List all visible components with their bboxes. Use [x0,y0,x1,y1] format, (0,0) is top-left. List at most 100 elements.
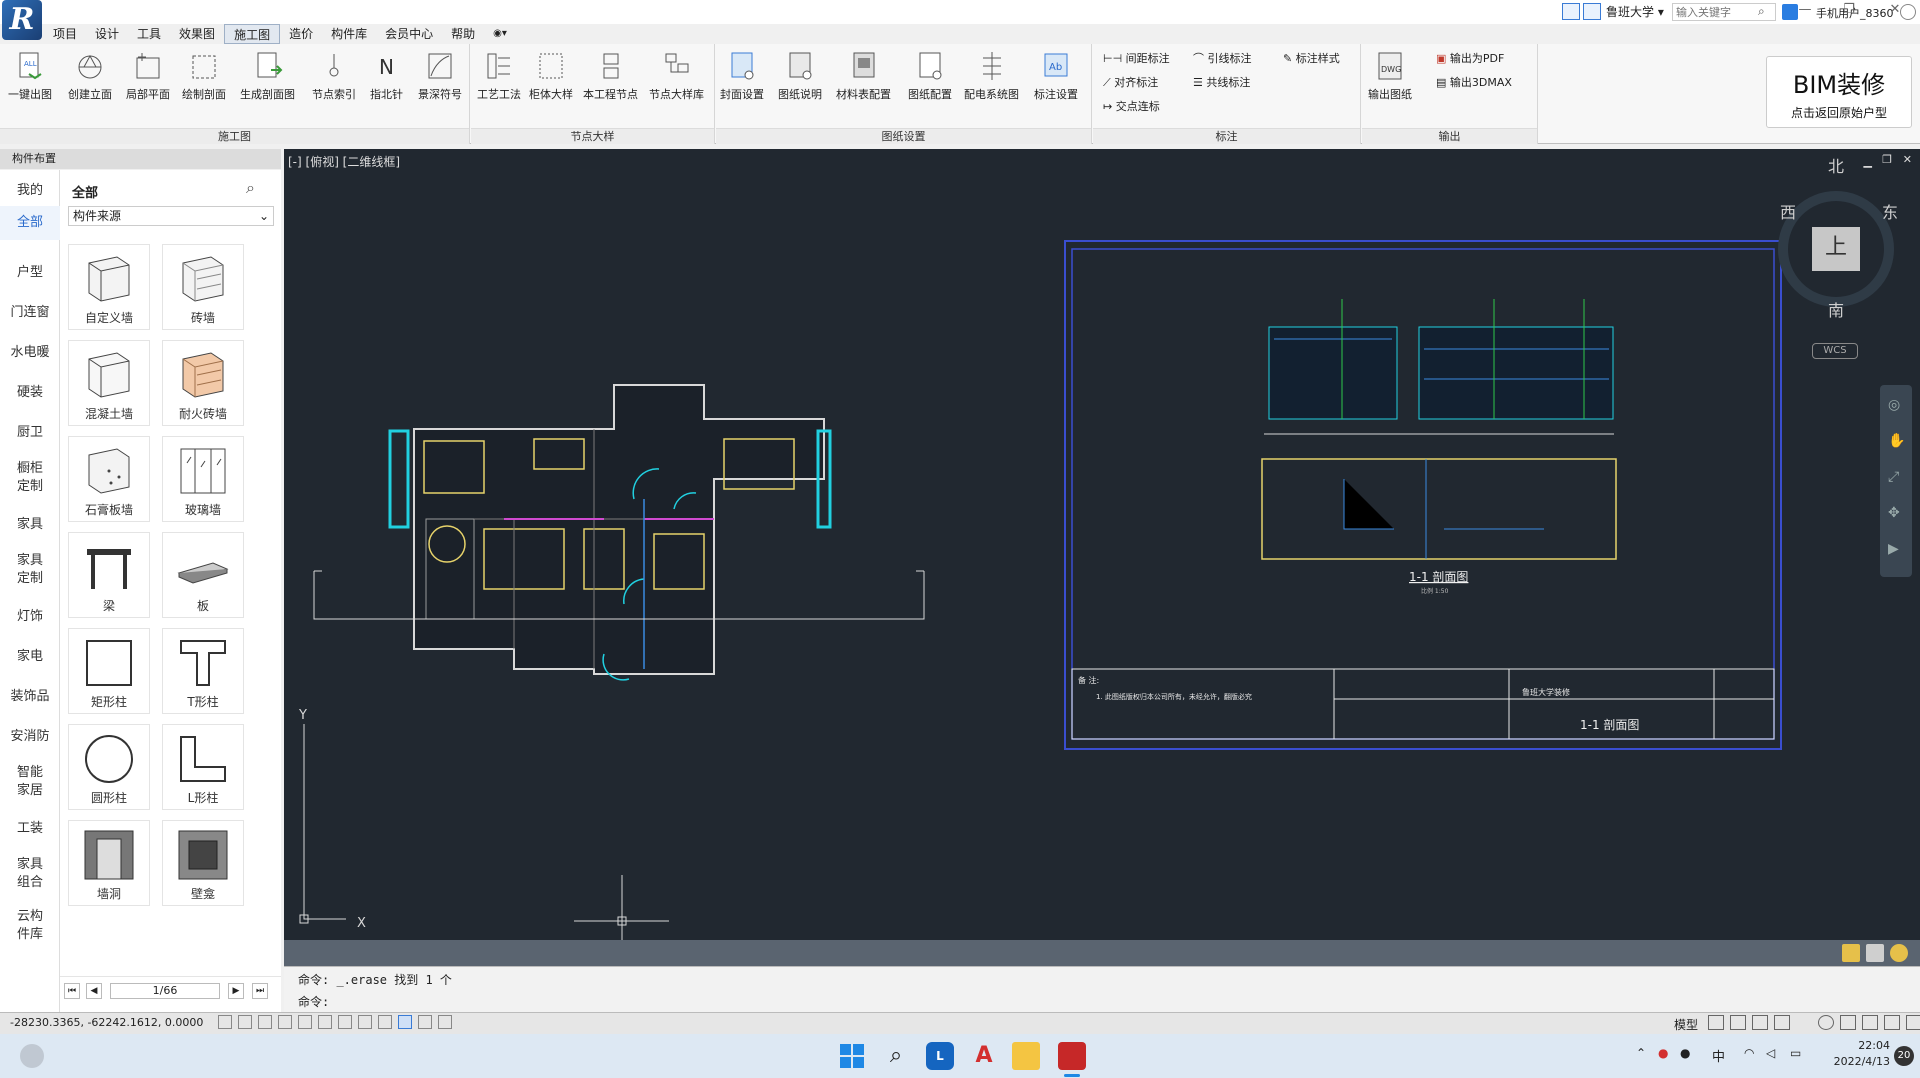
clock-time[interactable]: 22:04 [1830,1039,1890,1052]
category-mep[interactable]: 水电暖 [0,344,60,362]
layout4-icon[interactable] [1774,1015,1790,1030]
taskbar-search-icon[interactable]: ⌕ [882,1042,910,1070]
menu-construction[interactable]: 施工图 [224,24,281,44]
model-tab[interactable]: 模型 [1674,1016,1698,1033]
luban-app-icon[interactable] [1058,1042,1086,1070]
menu-tools[interactable]: 工具 [128,24,170,44]
layout3-icon[interactable] [1752,1015,1768,1030]
ducs-icon[interactable] [338,1015,352,1029]
autocad-icon[interactable]: A [970,1042,998,1070]
minimize-icon[interactable]: — [1790,0,1820,20]
component-wall-opening[interactable]: 墙洞 [68,820,150,906]
menu-member[interactable]: 会员中心 [376,24,442,44]
cad-viewport[interactable]: [-] [俯视] [二维线框] ▁ ❐ ✕ Y X 1-1 剖面图 比例 1:5… [284,149,1920,940]
sheet-notes-button[interactable]: 图纸说明 [778,50,822,120]
export-pdf-button[interactable]: ▣ 输出为PDF [1436,50,1504,68]
command-input[interactable] [344,991,1904,1009]
restore-icon[interactable]: ❐ [1834,0,1864,20]
category-all[interactable]: 全部 [0,206,60,240]
wcs-dropdown[interactable]: WCS [1812,343,1858,359]
annotation-monitor-icon[interactable] [438,1015,452,1029]
prev-page-icon[interactable]: ◀ [86,983,102,999]
tray-app-icon[interactable]: ● [1658,1046,1668,1060]
lock-icon[interactable] [1840,1015,1856,1030]
component-rect-column[interactable]: 矩形柱 [68,628,150,714]
export-3dmax-button[interactable]: ▤ 输出3DMAX [1436,74,1512,92]
menu-help[interactable]: 帮助 [442,24,484,44]
node-library-button[interactable]: 节点大样库 [649,50,704,120]
category-decor[interactable]: 装饰品 [0,688,60,706]
component-niche[interactable]: 壁龛 [162,820,244,906]
notification-badge[interactable]: 20 [1894,1046,1914,1066]
component-firebrick-wall[interactable]: 耐火砖墙 [162,340,244,426]
widgets-icon[interactable] [20,1044,44,1068]
category-hardscape[interactable]: 硬装 [0,384,60,402]
grid-view-icon[interactable] [1562,3,1580,20]
layout2-icon[interactable] [1730,1015,1746,1030]
ime-indicator[interactable]: 中 [1712,1046,1725,1065]
north-arrow-button[interactable]: N 指北针 [370,50,403,120]
spacing-dimension-button[interactable]: ⊢⊣ 间距标注 [1103,50,1170,68]
category-furniture-set[interactable]: 家具组合 [0,856,60,892]
menu-library[interactable]: 构件库 [322,24,376,44]
category-cloud-library[interactable]: 云构件库 [0,908,60,944]
isolate-icon[interactable] [1884,1015,1900,1030]
workspace-icon[interactable] [1866,944,1884,962]
tray-chevron-icon[interactable]: ⌃ [1636,1046,1646,1060]
intersection-dimension-button[interactable]: ↦ 交点连标 [1103,98,1160,116]
menu-project[interactable]: 项目 [44,24,86,44]
otrack-icon[interactable] [318,1015,332,1029]
first-page-icon[interactable]: ⏮ [64,983,80,999]
zoom-icon[interactable]: ⤢ [1888,469,1899,485]
material-table-button[interactable]: 材料表配置 [836,50,891,120]
leader-annotation-button[interactable]: ⌒ 引线标注 [1193,50,1252,68]
next-page-icon[interactable]: ▶ [228,983,244,999]
layout1-icon[interactable] [1708,1015,1724,1030]
page-indicator[interactable]: 1/66 [110,983,220,999]
source-select[interactable]: 构件来源 ⌄ [68,206,274,226]
export-drawing-button[interactable]: DWG 输出图纸 [1368,50,1412,120]
app-l-icon[interactable]: L [926,1042,954,1070]
search-icon[interactable]: ⌕ [246,178,255,198]
category-cabinet-custom[interactable]: 橱柜定制 [0,460,60,496]
compass-north[interactable]: 北 [1828,153,1844,177]
osnap-icon[interactable] [298,1015,312,1029]
hardware-accel-icon[interactable] [1862,1015,1878,1030]
component-l-column[interactable]: L形柱 [162,724,244,810]
orbit-icon[interactable]: ✥ [1888,505,1900,521]
node-index-button[interactable]: 节点索引 [312,50,356,120]
component-beam[interactable]: 梁 [68,532,150,618]
component-slab[interactable]: 板 [162,532,244,618]
polar-icon[interactable] [278,1015,292,1029]
cover-settings-button[interactable]: 封面设置 [720,50,764,120]
fullscreen-icon[interactable] [1906,1015,1920,1030]
file-explorer-icon[interactable] [1012,1042,1040,1070]
one-click-drawing-button[interactable]: ALL 一键出图 [8,50,52,120]
selection-cycling-icon[interactable] [418,1015,432,1029]
category-smart-home[interactable]: 智能家居 [0,764,60,800]
bim-return-button[interactable]: BIM装修 点击返回原始户型 [1766,56,1912,128]
project-node-button[interactable]: 本工程节点 [583,50,638,120]
grid-icon[interactable] [238,1015,252,1029]
menu-render[interactable]: 效果图 [170,24,224,44]
depth-symbol-button[interactable]: 景深符号 [418,50,462,120]
annotation-scale-icon[interactable] [1842,944,1860,962]
category-mine[interactable]: 我的 [0,182,60,200]
compass-west[interactable]: 西 [1780,199,1796,223]
showmotion-icon[interactable]: ▶ [1888,541,1899,557]
compass-east[interactable]: 东 [1882,199,1898,223]
wifi-icon[interactable]: ◠ [1744,1046,1754,1060]
category-furniture[interactable]: 家具 [0,516,60,534]
lineweight-icon[interactable] [378,1015,392,1029]
category-floorplan[interactable]: 户型 [0,264,60,282]
clock-date[interactable]: 2022/4/13 [1818,1055,1890,1068]
tray-qq-icon[interactable]: ● [1680,1046,1690,1060]
viewcube-top[interactable]: 上 [1812,227,1860,271]
category-lighting[interactable]: 灯饰 [0,608,60,626]
transparency-icon[interactable] [398,1015,412,1029]
aligned-dimension-button[interactable]: ⟋ 对齐标注 [1103,74,1158,92]
cabinet-detail-button[interactable]: 柜体大样 [529,50,573,120]
menu-design[interactable]: 设计 [86,24,128,44]
create-elevation-button[interactable]: 创建立面 [68,50,112,120]
annotation-style-button[interactable]: ✎ 标注样式 [1283,50,1340,68]
